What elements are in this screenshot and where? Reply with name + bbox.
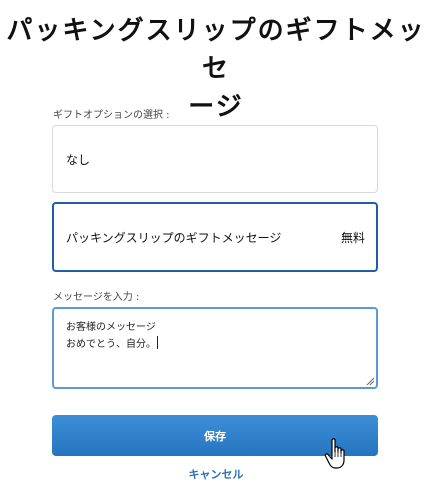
message-label: メッセージを入力 : bbox=[53, 292, 140, 303]
option-none[interactable]: なし bbox=[52, 125, 378, 193]
page-title-line-1: パッキングスリップのギフトメッセ bbox=[6, 16, 426, 84]
message-line-1: お客様のメッセージ bbox=[66, 322, 156, 333]
gift-option-label: ギフトオプションの選択 : bbox=[53, 110, 170, 121]
option-packing-slip-gift-message[interactable]: パッキングスリップのギフトメッセージ 無料 bbox=[52, 202, 378, 272]
message-textarea[interactable]: お客様のメッセージ おめでとう、自分。 bbox=[52, 307, 378, 389]
option-gift-message-label: パッキングスリップのギフトメッセージ bbox=[66, 230, 282, 245]
option-none-label: なし bbox=[66, 152, 91, 167]
text-caret bbox=[157, 336, 158, 349]
resize-grip-icon[interactable] bbox=[366, 377, 374, 385]
message-line-2: おめでとう、自分。 bbox=[66, 339, 156, 350]
cancel-link[interactable]: キャンセル bbox=[0, 466, 432, 482]
hand-pointer-cursor-icon bbox=[324, 438, 345, 469]
option-gift-message-price: 無料 bbox=[340, 230, 365, 245]
